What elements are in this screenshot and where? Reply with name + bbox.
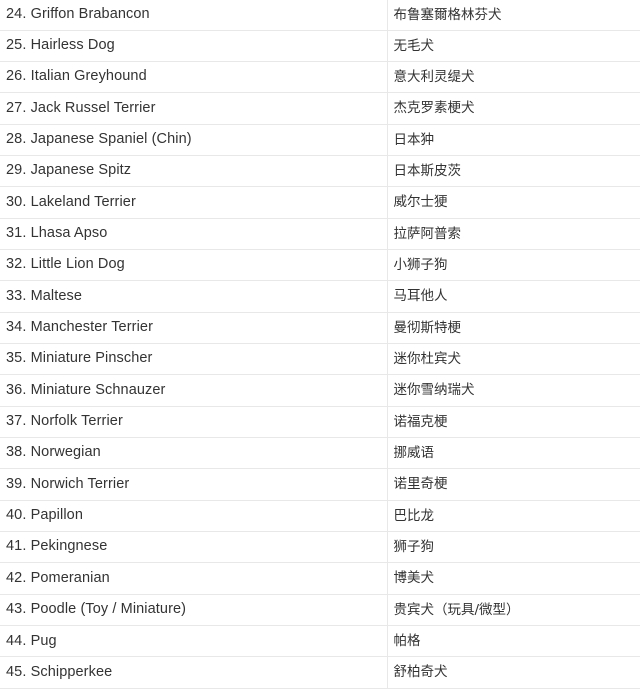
- table-row: 28. Japanese Spaniel (Chin) 日本狆: [0, 124, 640, 156]
- table-row: 34. Manchester Terrier 曼彻斯特梗: [0, 312, 640, 344]
- breed-name-table: 24. Griffon Brabancon 布鲁塞爾格林芬犬 25. Hairles…: [0, 0, 640, 689]
- table-row: 41. Pekingnese 狮子狗: [0, 531, 640, 564]
- breed-english-name: 39. Norwich Terrier: [0, 468, 388, 501]
- breed-english-name: 41. Pekingnese: [0, 531, 388, 564]
- breed-chinese-name: 拉萨阿普索: [387, 218, 640, 250]
- breed-chinese-name: 无毛犬: [387, 30, 640, 62]
- breed-chinese-name: 巴比龙: [387, 500, 640, 533]
- breed-chinese-name: 迷你杜宾犬: [387, 343, 640, 376]
- breed-english-name: 36. Miniature Schnauzer: [0, 374, 388, 407]
- breed-chinese-name: 日本斯皮茨: [387, 155, 640, 188]
- table-row: 42. Pomeranian 博美犬: [0, 562, 640, 595]
- breed-chinese-name: 贵宾犬（玩具/微型）: [387, 594, 640, 627]
- table-row: 40. Papillon 巴比龙: [0, 500, 640, 533]
- table-row: 36. Miniature Schnauzer 迷你雪纳瑞犬: [0, 374, 640, 407]
- breed-chinese-name: 布鲁塞爾格林芬犬: [387, 0, 640, 31]
- breed-english-name: 34. Manchester Terrier: [0, 312, 388, 344]
- breed-chinese-name: 舒柏奇犬: [387, 656, 640, 689]
- breed-chinese-name: 小狮子狗: [387, 249, 640, 282]
- table-row: 27. Jack Russel Terrier 杰克罗素梗犬: [0, 92, 640, 125]
- breed-chinese-name: 意大利灵缇犬: [387, 61, 640, 94]
- breed-chinese-name: 日本狆: [387, 124, 640, 156]
- table-row: 35. Miniature Pinscher 迷你杜宾犬: [0, 343, 640, 376]
- breed-chinese-name: 诺里奇梗: [387, 468, 640, 501]
- breed-chinese-name: 曼彻斯特梗: [387, 312, 640, 344]
- breed-english-name: 44. Pug: [0, 625, 388, 658]
- breed-chinese-name: 博美犬: [387, 562, 640, 595]
- breed-english-name: 40. Papillon: [0, 500, 388, 533]
- table-row: 32. Little Lion Dog 小狮子狗: [0, 249, 640, 282]
- breed-english-name: 24. Griffon Brabancon: [0, 0, 388, 31]
- table-row: 45. Schipperkee 舒柏奇犬: [0, 656, 640, 689]
- breed-table-body: 24. Griffon Brabancon 布鲁塞爾格林芬犬 25. Hairles…: [0, 0, 640, 689]
- table-row: 39. Norwich Terrier 诺里奇梗: [0, 468, 640, 501]
- breed-chinese-name: 迷你雪纳瑞犬: [387, 374, 640, 407]
- breed-chinese-name: 帕格: [387, 625, 640, 658]
- table-row: 30. Lakeland Terrier 威尔士㹴: [0, 186, 640, 219]
- table-row: 24. Griffon Brabancon 布鲁塞爾格林芬犬: [0, 0, 640, 31]
- table-row: 25. Hairless Dog 无毛犬: [0, 30, 640, 62]
- breed-english-name: 33. Maltese: [0, 280, 388, 313]
- table-row: 29. Japanese Spitz 日本斯皮茨: [0, 155, 640, 188]
- table-row: 44. Pug 帕格: [0, 625, 640, 658]
- breed-chinese-name: 杰克罗素梗犬: [387, 92, 640, 125]
- table-row: 38. Norwegian 挪威语: [0, 437, 640, 470]
- table-row: 31. Lhasa Apso 拉萨阿普索: [0, 218, 640, 250]
- breed-english-name: 31. Lhasa Apso: [0, 218, 388, 250]
- breed-english-name: 45. Schipperkee: [0, 656, 388, 689]
- breed-english-name: 35. Miniature Pinscher: [0, 343, 388, 376]
- breed-english-name: 37. Norfolk Terrier: [0, 406, 388, 438]
- table-row: 26. Italian Greyhound 意大利灵缇犬: [0, 61, 640, 94]
- breed-chinese-name: 狮子狗: [387, 531, 640, 564]
- breed-chinese-name: 威尔士㹴: [387, 186, 640, 219]
- breed-chinese-name: 诺福克梗: [387, 406, 640, 438]
- breed-chinese-name: 挪威语: [387, 437, 640, 470]
- table-row: 37. Norfolk Terrier 诺福克梗: [0, 406, 640, 438]
- table-row: 43. Poodle (Toy / Miniature) 贵宾犬（玩具/微型）: [0, 594, 640, 627]
- breed-english-name: 28. Japanese Spaniel (Chin): [0, 124, 388, 156]
- table-row: 33. Maltese 马耳他人: [0, 280, 640, 313]
- breed-english-name: 30. Lakeland Terrier: [0, 186, 388, 219]
- breed-english-name: 25. Hairless Dog: [0, 30, 388, 62]
- breed-english-name: 27. Jack Russel Terrier: [0, 92, 388, 125]
- breed-english-name: 26. Italian Greyhound: [0, 61, 388, 94]
- breed-english-name: 29. Japanese Spitz: [0, 155, 388, 188]
- breed-english-name: 32. Little Lion Dog: [0, 249, 388, 282]
- breed-chinese-name: 马耳他人: [387, 280, 640, 313]
- breed-english-name: 42. Pomeranian: [0, 562, 388, 595]
- breed-english-name: 38. Norwegian: [0, 437, 388, 470]
- breed-table-container: 24. Griffon Brabancon 布鲁塞爾格林芬犬 25. Hairles…: [0, 0, 640, 689]
- breed-english-name: 43. Poodle (Toy / Miniature): [0, 594, 388, 627]
